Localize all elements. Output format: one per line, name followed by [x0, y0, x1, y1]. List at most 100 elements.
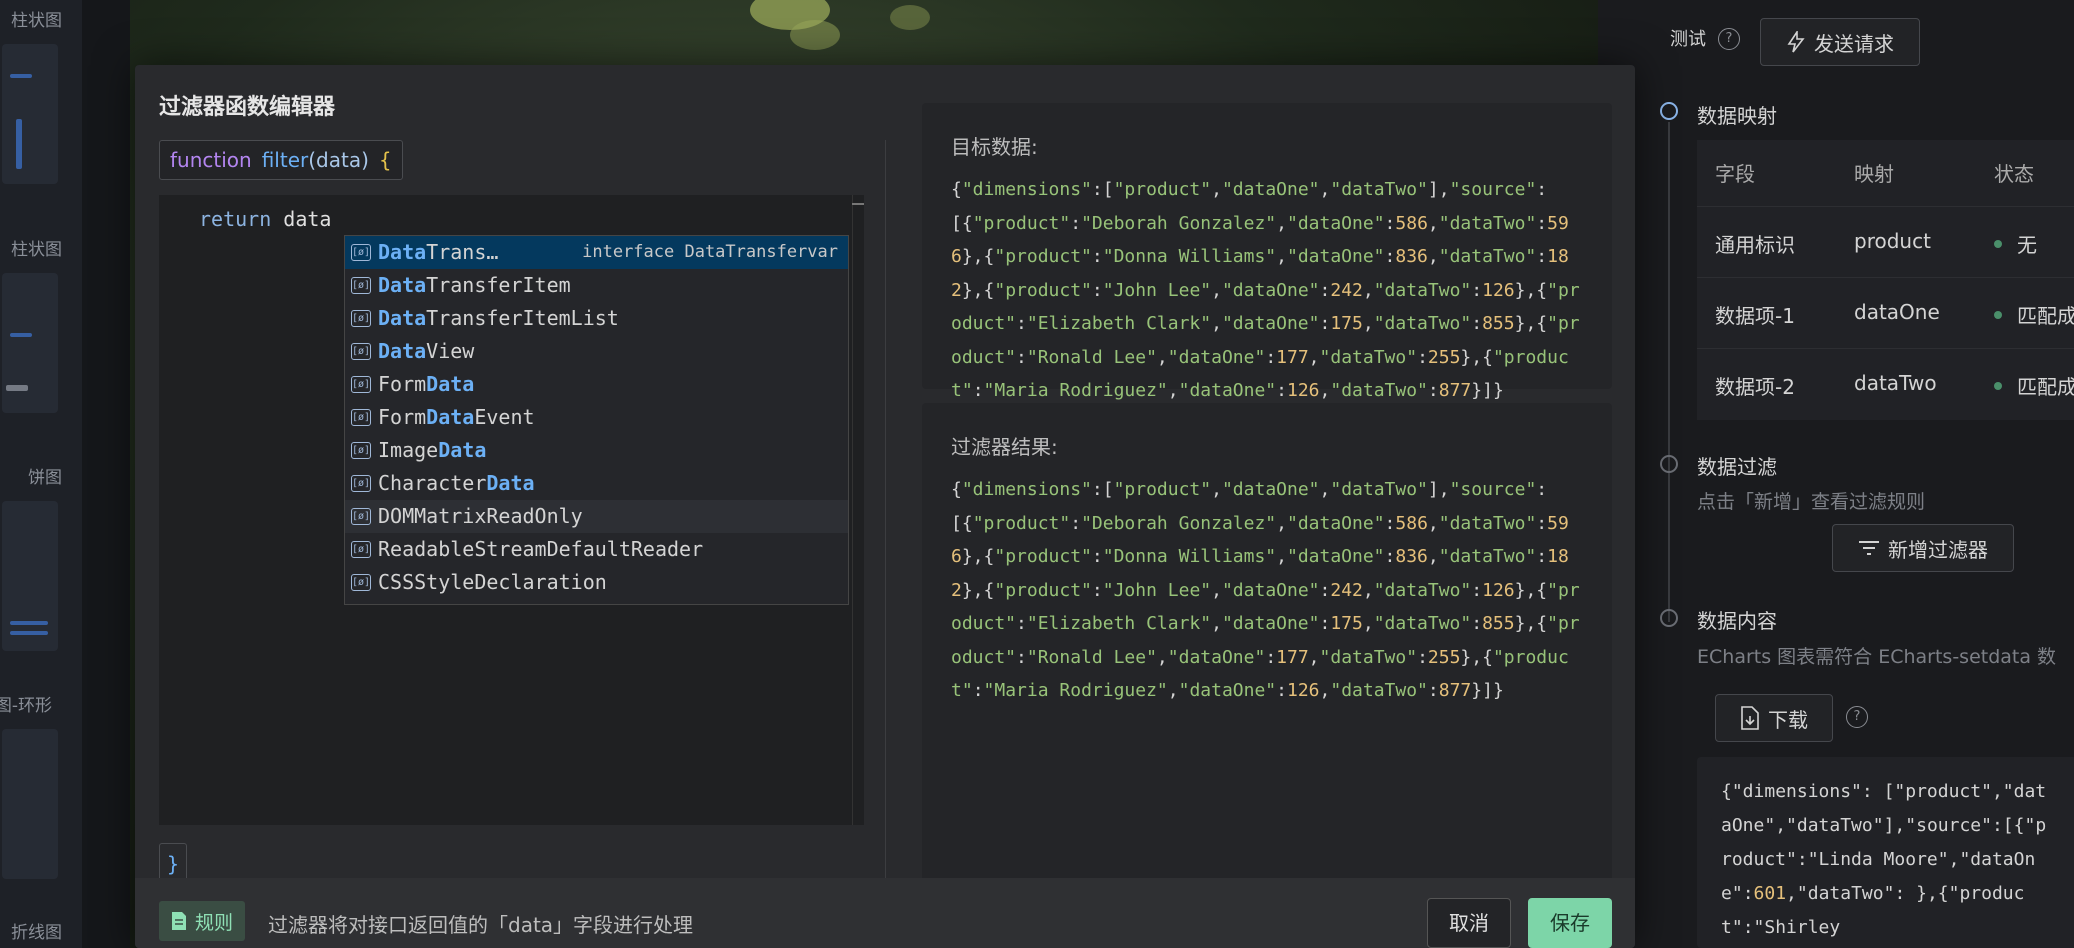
data-identifier: data [283, 207, 332, 231]
status-cell: 匹配成 [2017, 375, 2074, 399]
sidebar-divider [82, 0, 130, 948]
function-signature: function filter(data) { [159, 140, 403, 180]
save-button[interactable]: 保存 [1528, 898, 1612, 948]
send-request-button[interactable]: 发送请求 [1760, 18, 1920, 66]
download-button[interactable]: 下载 [1715, 694, 1833, 742]
sidebar-item-ring-chart[interactable]: 图-环形 [0, 685, 82, 885]
scroll-marker [852, 203, 864, 205]
mapping-cell: dataTwo [1854, 371, 1937, 395]
chart-thumbnail [2, 501, 58, 651]
step-dot-content [1660, 609, 1678, 627]
target-data-json: {"dimensions":["product","dataOne","data… [951, 179, 1580, 401]
suggestion-item[interactable]: [ø] DataTransferItem [345, 269, 848, 302]
sidebar-item-label: 折线图 [11, 923, 62, 943]
data-content-title: 数据内容 [1697, 609, 1777, 633]
sidebar-item-line-chart[interactable]: 折线图 [2, 910, 82, 948]
mapping-cell: product [1854, 229, 1931, 253]
chart-thumbnail [2, 729, 58, 879]
table-header-mapping: 映射 [1854, 162, 1894, 186]
suggestion-item[interactable]: [ø] FormData [345, 368, 848, 401]
editor-scrollbar[interactable] [852, 195, 864, 825]
chart-thumbnail [2, 44, 58, 184]
content-hint: ECharts 图表需符合 ECharts-setdata 数 [1697, 646, 2057, 668]
test-label: 测试 [1670, 29, 1706, 50]
app-root: 柱状图 柱状图 饼图 图-环形 折线图 测试 ? 发送请求 数据映射 字段 映射… [0, 0, 2074, 948]
modal-footer: 规则 过滤器将对接口返回值的「data」字段进行处理 取消 保存 [135, 878, 1635, 948]
variable-icon: [ø] [351, 244, 371, 261]
variable-icon: [ø] [351, 508, 371, 525]
lightning-icon [1787, 31, 1805, 53]
add-filter-button[interactable]: 新增过滤器 [1832, 524, 2014, 572]
sidebar-item-pie-chart[interactable]: 饼图 [2, 455, 82, 655]
mapping-table: 字段 映射 状态 通用标识 product 无 数据项-1 dataOne 匹配… [1697, 140, 2074, 420]
suggestion-item[interactable]: [ø] CharacterData [345, 467, 848, 500]
status-dot [1994, 240, 2002, 248]
cancel-button[interactable]: 取消 [1427, 898, 1511, 948]
target-data-panel: 目标数据: {"dimensions":["product","dataOne"… [922, 103, 1612, 401]
rule-description: 过滤器将对接口返回值的「data」字段进行处理 [268, 913, 694, 937]
table-row: 数据项-2 dataTwo 匹配成 [1697, 348, 2074, 419]
step-dot-filter [1660, 455, 1678, 473]
variable-icon: [ø] [351, 343, 371, 360]
step-dot-mapping [1660, 102, 1678, 120]
help-icon[interactable]: ? [1846, 706, 1868, 728]
suggestion-item[interactable]: [ø] CSSStyleDeclaration [345, 566, 848, 599]
status-cell: 无 [2017, 233, 2037, 257]
open-brace: { [378, 148, 392, 172]
function-name-group: filter(data) [262, 148, 369, 172]
mapping-cell: dataOne [1854, 300, 1940, 324]
sidebar-item-bar-chart-1[interactable]: 柱状图 [2, 0, 82, 200]
sidebar-item-label: 柱状图 [11, 11, 62, 31]
variable-icon: [ø] [351, 277, 371, 294]
filter-editor-modal: 过滤器函数编辑器 function filter(data) { return … [135, 65, 1635, 948]
status-dot [1994, 382, 2002, 390]
target-data-label: 目标数据: [951, 135, 1038, 159]
filter-icon [1859, 541, 1879, 555]
help-icon[interactable]: ? [1718, 28, 1740, 50]
component-sidebar: 柱状图 柱状图 饼图 图-环形 折线图 [0, 0, 82, 948]
suggestion-item[interactable]: [ø] DOMMatrixReadOnly [345, 500, 848, 533]
autocomplete-dropdown: [ø] DataTrans… interface DataTransfervar [ø… [344, 235, 849, 605]
function-keyword: function [170, 148, 252, 172]
sidebar-item-label: 图-环形 [0, 696, 52, 716]
suggestion-item[interactable]: [ø] DataView [345, 335, 848, 368]
data-code-text: {"dimensions": ["product","dataOne","dat… [1721, 781, 2047, 938]
variable-icon: [ø] [351, 574, 371, 591]
data-filter-title: 数据过滤 [1697, 455, 1777, 479]
table-header-field: 字段 [1715, 162, 1755, 186]
field-cell: 数据项-1 [1715, 304, 1795, 328]
suggestion-item[interactable]: [ø] ImageData [345, 434, 848, 467]
data-mapping-title: 数据映射 [1697, 104, 1777, 128]
vertical-divider [885, 140, 886, 890]
table-header-status: 状态 [1994, 162, 2034, 186]
table-row: 数据项-1 dataOne 匹配成 [1697, 277, 2074, 348]
field-cell: 通用标识 [1715, 233, 1795, 257]
filter-result-json: {"dimensions":["product","dataOne","data… [951, 479, 1580, 701]
suggestion-item[interactable]: [ø] DataTrans… interface DataTransfervar [345, 236, 848, 269]
variable-icon: [ø] [351, 310, 371, 327]
suggestion-item[interactable]: [ø] ReadableStreamDefaultReader [345, 533, 848, 566]
modal-title: 过滤器函数编辑器 [159, 95, 336, 120]
add-filter-label: 新增过滤器 [1888, 537, 1988, 562]
code-line[interactable]: return data [199, 207, 331, 231]
suggestion-item[interactable]: [ø] DataTransferItemList [345, 302, 848, 335]
steps-timeline [1668, 122, 1670, 622]
variable-icon: [ø] [351, 376, 371, 393]
rule-tag: 规则 [159, 901, 246, 941]
chart-thumbnail [2, 273, 58, 413]
sidebar-item-label: 柱状图 [11, 240, 62, 260]
filter-hint: 点击「新增」查看过滤规则 [1697, 491, 1926, 513]
download-label: 下载 [1768, 707, 1808, 732]
suggestion-detail: interface DataTransfervar [582, 242, 838, 262]
variable-icon: [ø] [351, 442, 371, 459]
data-content-code: {"dimensions": ["product","dataOne","dat… [1697, 757, 2074, 948]
send-request-label: 发送请求 [1814, 31, 1894, 56]
variable-icon: [ø] [351, 475, 371, 492]
function-param: (data) [308, 148, 369, 172]
filter-result-label: 过滤器结果: [951, 435, 1058, 459]
suggestion-item[interactable]: [ø] FormDataEvent [345, 401, 848, 434]
sidebar-item-bar-chart-2[interactable]: 柱状图 [2, 225, 82, 425]
variable-icon: [ø] [351, 541, 371, 558]
rule-tag-label: 规则 [195, 911, 234, 934]
variable-icon: [ø] [351, 409, 371, 426]
